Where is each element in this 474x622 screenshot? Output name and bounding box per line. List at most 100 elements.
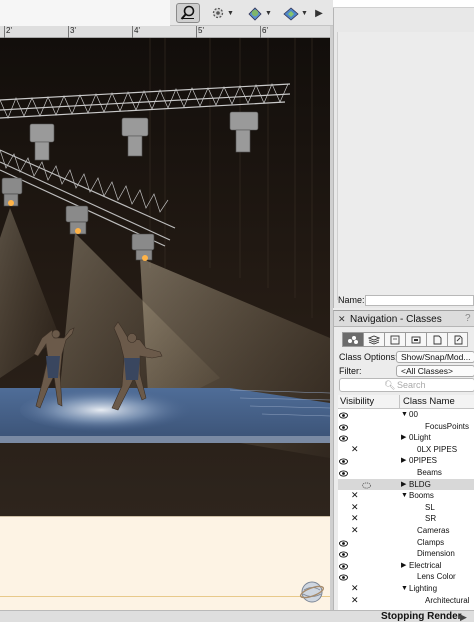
standard-view-button[interactable]: ▼ — [280, 3, 310, 23]
magnifier-icon[interactable] — [176, 3, 200, 23]
class-row[interactable]: ✕ ▼ Lighting — [338, 583, 474, 595]
invisible-icon[interactable]: ✕ — [351, 595, 359, 607]
class-list[interactable]: ▼ 00 FocusPoints ▶ 0Light ✕ 0LX PIPES ▶ 0PIPES Be… — [338, 409, 474, 611]
invisible-icon[interactable]: ✕ — [351, 502, 359, 514]
class-row[interactable]: ▶ 0Light — [338, 432, 474, 444]
object-info-content — [337, 32, 474, 300]
chevron-down-icon: ▼ — [227, 9, 234, 17]
class-row[interactable]: ▶ BLDG — [338, 478, 474, 491]
chevron-right-icon[interactable]: ▶ — [401, 432, 406, 444]
filter-dropdown[interactable]: <All Classes> — [396, 365, 474, 377]
class-row[interactable]: FocusPoints — [338, 421, 474, 433]
ruler-label: 5' — [198, 26, 204, 35]
eye-icon[interactable] — [339, 434, 348, 442]
class-name-label: Lens Color — [417, 572, 456, 582]
tab-saved-views[interactable] — [426, 332, 447, 347]
tab-viewports[interactable] — [405, 332, 426, 347]
invisible-icon[interactable]: ✕ — [351, 490, 359, 502]
help-icon[interactable]: ? — [465, 313, 471, 324]
class-row[interactable]: Lens Color — [338, 571, 474, 583]
class-name-label: Clamps — [417, 537, 445, 547]
sheet-icon — [390, 335, 400, 344]
class-row[interactable]: Beams — [338, 467, 474, 479]
class-name-label: Lighting — [409, 584, 438, 593]
class-options-dropdown[interactable]: Show/Snap/Mod... — [396, 351, 474, 363]
triangle-right-icon[interactable]: ▶ — [460, 611, 467, 622]
eye-icon[interactable] — [339, 573, 348, 581]
column-header-visibility[interactable]: Visibility — [340, 396, 374, 407]
eye-icon[interactable] — [339, 550, 348, 558]
search-input[interactable]: 🔍︎ Search — [339, 378, 474, 392]
name-row: Name: — [333, 294, 474, 308]
search-icon: 🔍︎ — [384, 380, 396, 390]
chevron-down-icon[interactable]: ▼ — [401, 583, 408, 595]
class-name-label: Cameras — [417, 526, 450, 535]
document-icon — [433, 335, 442, 344]
column-header-class-name[interactable]: Class Name — [403, 396, 455, 407]
class-list-header: Visibility Class Name — [338, 395, 474, 409]
class-row[interactable]: ✕ Architectural — [338, 595, 474, 607]
class-row[interactable]: Dimension — [338, 548, 474, 560]
app-window: ▼ ▼ ▼ ▶ 2' 3' 4' 5' 6' Name: ✕ Navigatio… — [0, 0, 474, 622]
ruler-label: 6' — [262, 26, 268, 35]
globe-icon[interactable] — [299, 579, 325, 605]
tab-sheet-layers[interactable] — [384, 332, 405, 347]
chevron-right-icon[interactable]: ▶ — [401, 479, 406, 491]
page-boundary-line — [0, 596, 330, 597]
class-options-label: Class Options: — [339, 352, 398, 362]
grayed-icon[interactable] — [362, 481, 371, 489]
layers-view-icon — [283, 7, 299, 21]
eye-icon[interactable] — [339, 539, 348, 547]
eye-icon[interactable] — [339, 423, 348, 431]
render-mode-button[interactable]: ▼ — [208, 3, 236, 23]
render-viewport[interactable] — [0, 38, 330, 516]
view-projection-button[interactable]: ▼ — [244, 3, 274, 23]
class-name-label: BLDG — [409, 479, 431, 489]
stage-render — [0, 38, 330, 516]
eye-icon[interactable] — [339, 469, 348, 477]
filter-label: Filter: — [339, 366, 362, 376]
class-row[interactable]: ✕ Cameras — [338, 525, 474, 537]
panel-title: Navigation - Classes — [350, 314, 442, 325]
class-row[interactable]: ▼ 00 — [338, 409, 474, 421]
close-icon[interactable]: ✕ — [338, 314, 346, 325]
class-row[interactable]: ✕ 0LX PIPES — [338, 444, 474, 456]
eye-icon[interactable] — [339, 411, 348, 419]
tab-layers[interactable] — [363, 332, 384, 347]
reference-icon — [454, 335, 462, 344]
chevron-down-icon[interactable]: ▼ — [401, 490, 408, 502]
class-row[interactable]: ▶ Electrical — [338, 560, 474, 572]
class-row[interactable]: ▶ 0PIPES — [338, 455, 474, 467]
chevron-down-icon[interactable]: ▼ — [401, 409, 408, 421]
class-row[interactable]: ✕ ▼ Booms — [338, 490, 474, 502]
chevron-down-icon: ▼ — [265, 9, 272, 17]
triangle-right-icon[interactable]: ▶ — [314, 3, 324, 23]
gear-render-icon — [212, 7, 224, 19]
panel-top-strip — [333, 0, 474, 8]
invisible-icon[interactable]: ✕ — [351, 513, 359, 525]
tab-references[interactable] — [447, 332, 468, 347]
invisible-icon[interactable]: ✕ — [351, 583, 359, 595]
navigation-panel: ✕ Navigation - Classes ? Class Options: … — [333, 310, 474, 611]
class-row[interactable]: ✕ SL — [338, 502, 474, 514]
chevron-down-icon: ▼ — [301, 9, 308, 17]
invisible-icon[interactable]: ✕ — [351, 525, 359, 537]
name-field[interactable] — [365, 295, 474, 306]
classes-icon — [348, 335, 358, 344]
search-placeholder: Search — [397, 380, 426, 390]
toolbar-blank-area — [0, 0, 170, 26]
invisible-icon[interactable]: ✕ — [351, 444, 359, 456]
viewport-icon — [411, 336, 421, 343]
class-row[interactable]: ✕ SR — [338, 513, 474, 525]
eye-icon[interactable] — [339, 562, 348, 570]
tab-classes[interactable] — [342, 332, 363, 347]
chevron-right-icon[interactable]: ▶ — [401, 455, 406, 467]
class-name-label: FocusPoints — [425, 421, 470, 431]
navigation-tabs — [342, 332, 474, 348]
class-row[interactable]: Clamps — [338, 537, 474, 549]
eye-icon[interactable] — [339, 457, 348, 465]
class-name-label: 0Light — [409, 433, 431, 443]
chevron-right-icon[interactable]: ▶ — [401, 560, 406, 572]
ruler-label: 2' — [6, 26, 12, 35]
class-name-label: Architectural — [425, 595, 470, 605]
